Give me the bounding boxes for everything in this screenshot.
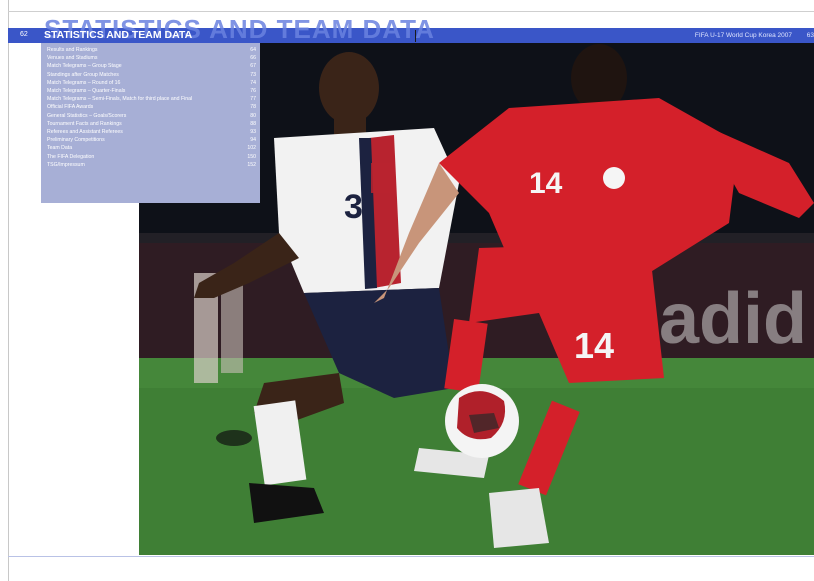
toc-entry[interactable]: The FIFA Delegation 150 bbox=[47, 153, 256, 161]
toc-entry-page: 88 bbox=[250, 120, 256, 127]
toc-entry-page: 77 bbox=[250, 96, 256, 103]
toc-entry-label: Preliminary Competitions bbox=[47, 137, 105, 144]
toc-entry-page: 93 bbox=[250, 129, 256, 135]
toc-entry-label: Match Telegrams – Quarter-Finals bbox=[47, 88, 126, 94]
toc-entry[interactable]: Results and Rankings 64 bbox=[47, 46, 256, 54]
ad-board-text: adid bbox=[659, 279, 807, 359]
toc-entry-page: 150 bbox=[247, 153, 256, 160]
toc-entry-label: TSG/Impressum bbox=[47, 161, 85, 168]
publication-title: FIFA U-17 World Cup Korea 2007 bbox=[694, 32, 792, 39]
toc-entry-page: 78 bbox=[250, 104, 256, 111]
page-number-right: 63 bbox=[806, 32, 814, 39]
page-border bbox=[8, 0, 9, 581]
table-of-contents: Results and Rankings 64 Venues and Stadium… bbox=[41, 43, 260, 203]
bottom-rule bbox=[8, 556, 814, 557]
toc-entry-label: The FIFA Delegation bbox=[47, 153, 95, 160]
toc-entry[interactable]: Venues and Stadiums 66 bbox=[47, 54, 256, 62]
jersey-number-chest: 14 bbox=[529, 167, 563, 200]
toc-entry-label: Venues and Stadiums bbox=[47, 55, 98, 62]
football bbox=[445, 384, 519, 458]
header-divider bbox=[415, 30, 416, 42]
toc-entry[interactable]: Tournament Facts and Rankings 88 bbox=[47, 120, 256, 128]
toc-entry[interactable]: Team Data 102 bbox=[47, 144, 256, 152]
toc-entry-label: Official FIFA Awards bbox=[47, 104, 94, 111]
toc-entry[interactable]: Match Telegrams – Group Stage 67 bbox=[47, 62, 256, 70]
toc-entry-label: Referees and Assistant Referees bbox=[47, 129, 123, 135]
toc-entry-page: 67 bbox=[250, 63, 256, 70]
toc-entry[interactable]: Standings after Group Matches 73 bbox=[47, 71, 256, 79]
toc-entry-label: Tournament Facts and Rankings bbox=[47, 120, 122, 127]
toc-entry-label: Match Telegrams – Round of 16 bbox=[47, 79, 121, 86]
toc-entry-page: 66 bbox=[250, 55, 256, 62]
toc-entry[interactable]: Official FIFA Awards 78 bbox=[47, 103, 256, 111]
jersey-number-shorts: 14 bbox=[574, 325, 614, 366]
toc-entry[interactable]: Referees and Assistant Referees 93 bbox=[47, 128, 256, 136]
toc-entry-page: 152 bbox=[247, 161, 256, 168]
toc-entry-label: Results and Rankings bbox=[47, 47, 98, 53]
toc-entry[interactable]: Preliminary Competitions 94 bbox=[47, 136, 256, 144]
toc-entry-label: Standings after Group Matches bbox=[47, 71, 119, 78]
toc-entry-label: Team Data bbox=[47, 145, 73, 152]
toc-entry-page: 102 bbox=[247, 145, 256, 152]
jersey-number-left: 3 bbox=[344, 188, 363, 226]
toc-entry-page: 73 bbox=[250, 71, 256, 78]
toc-entry-page: 74 bbox=[250, 79, 256, 86]
toc-entry-label: Match Telegrams – Group Stage bbox=[47, 63, 122, 70]
toc-entry[interactable]: Match Telegrams – Semi-Finals, Match for… bbox=[47, 95, 256, 103]
toc-entry-page: 80 bbox=[250, 112, 256, 119]
top-rule bbox=[8, 11, 814, 12]
toc-entry[interactable]: Match Telegrams – Round of 16 74 bbox=[47, 79, 256, 87]
toc-entry[interactable]: General Statistics – Goals/Scorers 80 bbox=[47, 112, 256, 120]
toc-entry-label: General Statistics – Goals/Scorers bbox=[47, 112, 127, 119]
toc-entry[interactable]: Match Telegrams – Quarter-Finals 76 bbox=[47, 87, 256, 95]
page-number-left: 62 bbox=[20, 31, 28, 38]
toc-entry[interactable]: TSG/Impressum 152 bbox=[47, 161, 256, 169]
toc-entry-label: Match Telegrams – Semi-Finals, Match for… bbox=[47, 96, 193, 103]
section-title: STATISTICS AND TEAM DATA bbox=[44, 29, 193, 41]
toc-entry-page: 64 bbox=[250, 47, 256, 53]
toc-entry-page: 94 bbox=[250, 137, 256, 144]
toc-entry-page: 76 bbox=[250, 88, 256, 94]
